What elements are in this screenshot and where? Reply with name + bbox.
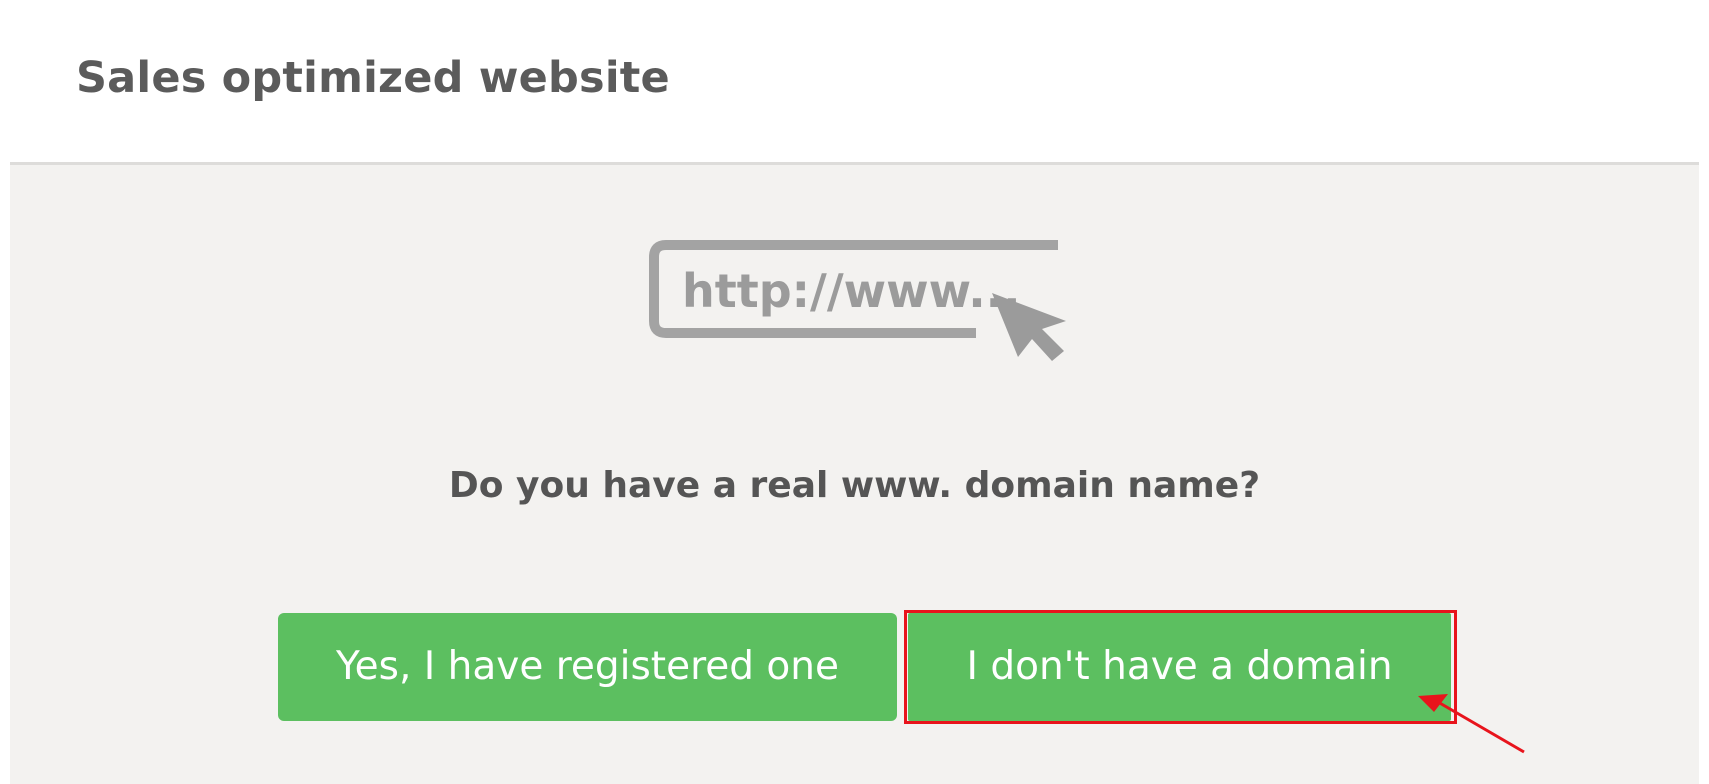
- no-domain-button[interactable]: I don't have a domain: [908, 613, 1451, 721]
- domain-question: Do you have a real www. domain name?: [448, 465, 1261, 506]
- url-bar-with-cursor-icon: http://www...: [649, 240, 1066, 361]
- mouse-cursor-icon: [992, 293, 1066, 361]
- domain-question-panel: http://www... Do you have a real www. do…: [10, 162, 1699, 784]
- yes-registered-domain-button[interactable]: Yes, I have registered one: [278, 613, 897, 721]
- page-title: Sales optimized website: [76, 53, 670, 103]
- url-illustration-text: http://www...: [682, 264, 1021, 318]
